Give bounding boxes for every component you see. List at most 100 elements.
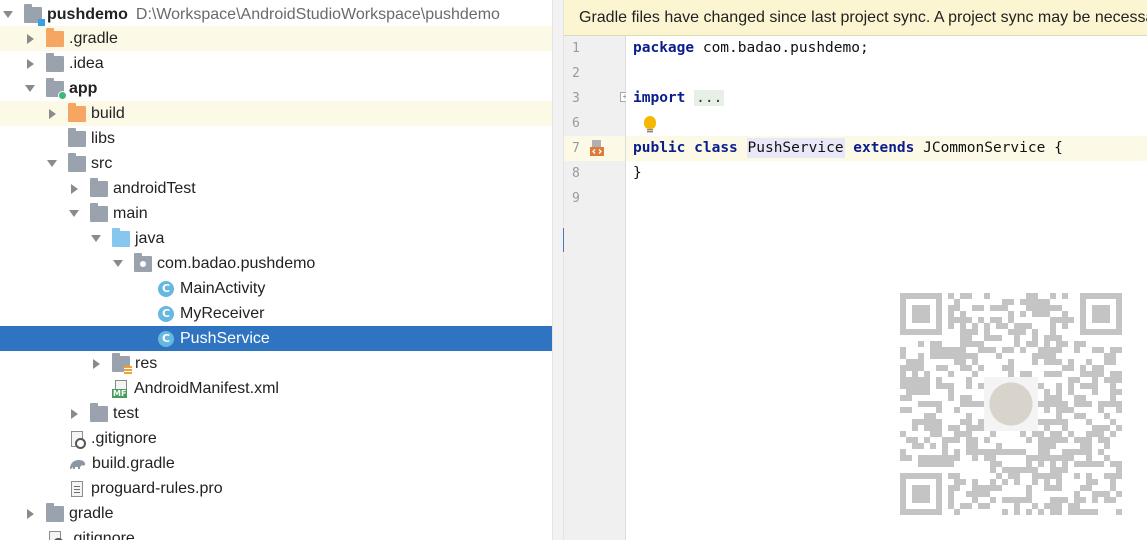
expand-arrow-icon[interactable] [24,76,36,101]
text-file-icon [71,480,83,497]
tree-item-label: test [113,404,139,422]
folder-icon [46,52,64,72]
gradle-icon [70,459,85,469]
gitignore-icon [71,430,86,449]
expand-arrow-icon[interactable] [68,201,80,226]
source-folder-icon [112,227,130,247]
keyword-extends: extends [853,140,915,156]
tree-item-label: .gitignore [91,429,157,447]
folder-icon [46,27,64,47]
import-fold[interactable]: ... [694,90,725,106]
tree-item-label: MyReceiver [180,304,265,322]
expand-arrow-icon[interactable] [46,151,58,176]
tree-item-package[interactable]: com.badao.pushdemo [0,251,552,276]
intention-bulb-icon[interactable] [644,116,656,133]
folder-icon [68,127,86,147]
banner-message: Gradle files have changed since last pro… [579,9,1147,26]
tree-item-label: libs [91,129,116,147]
editor-gutter: 1 2 3 6 7 8 9 + [564,36,630,540]
tree-root-path: D:\Workspace\AndroidStudioWorkspace\push… [135,5,500,23]
tree-item-label: gradle [69,504,114,522]
tree-item-pushservice[interactable]: C PushService [0,326,552,351]
tree-item-idea[interactable]: .idea [0,51,552,76]
closing-brace: } [633,165,642,181]
class-icon: C [158,305,174,322]
tree-item-label: src [91,154,113,172]
class-icon: C [158,280,174,297]
tree-item-gitignore-root[interactable]: .gitignore [0,526,552,540]
tree-item-manifest[interactable]: MF AndroidManifest.xml [0,376,552,401]
tree-item-java[interactable]: java [0,226,552,251]
folder-icon [90,402,108,422]
project-tree-panel: pushdemo D:\Workspace\AndroidStudioWorks… [0,0,552,540]
folder-icon [68,152,86,172]
tree-item-label: com.badao.pushdemo [157,254,316,272]
expand-arrow-icon[interactable] [24,51,36,76]
tree-item-label: PushService [180,329,270,347]
tree-item-gitignore-app[interactable]: .gitignore [0,426,552,451]
expand-arrow-icon[interactable] [2,2,14,27]
line-number: 2 [572,66,580,81]
tree-item-label: AndroidManifest.xml [134,379,279,397]
package-icon [134,252,152,272]
expand-arrow-icon[interactable] [24,26,36,51]
tree-item-src[interactable]: src [0,151,552,176]
tree-item-res[interactable]: res [0,351,552,376]
expand-arrow-icon[interactable] [112,251,124,276]
code-line-7: public class PushService extends JCommon… [633,136,1063,161]
line-number: 6 [572,116,580,131]
folder-icon [46,502,64,522]
manifest-icon: MF [112,379,130,398]
keyword-class: class [694,140,738,156]
tree-item-mainactivity[interactable]: C MainActivity [0,276,552,301]
super-class: JCommonService { [914,140,1063,156]
keyword-public: public [633,140,686,156]
android-component-gutter-icon[interactable] [590,140,606,156]
code-line-3: import ... [633,86,725,111]
class-icon: C [158,330,174,347]
tree-item-gradle[interactable]: gradle [0,501,552,526]
tree-item-build-gradle[interactable]: build.gradle [0,451,552,476]
keyword-import: import [633,90,686,106]
code-line-1: package com.badao.pushdemo; [633,36,869,61]
expand-arrow-icon[interactable] [46,101,58,126]
tree-item-label: app [69,79,98,97]
qr-code-watermark-image [900,293,1122,515]
expand-arrow-icon[interactable] [90,351,102,376]
panel-splitter[interactable] [552,0,565,540]
tree-item-label: .idea [69,54,104,72]
expand-arrow-icon[interactable] [90,226,102,251]
tree-item-build[interactable]: build [0,101,552,126]
tree-item-main[interactable]: main [0,201,552,226]
expand-arrow-icon[interactable] [68,176,80,201]
tree-item-label: build.gradle [92,454,175,472]
tree-item-label: res [135,354,158,372]
tree-item-label: androidTest [113,179,196,197]
module-folder-icon [46,77,67,100]
line-number: 3 [572,91,580,106]
folder-icon [90,202,108,222]
project-folder-icon [24,3,45,26]
resource-folder-icon [112,352,132,374]
keyword-package: package [633,40,695,56]
tree-item-label: .gradle [69,29,118,47]
tree-item-label: build [91,104,125,122]
tree-item-label: MainActivity [180,279,266,297]
folder-icon [90,177,108,197]
tree-item-androidtest[interactable]: androidTest [0,176,552,201]
tree-item-proguard[interactable]: proguard-rules.pro [0,476,552,501]
tree-root-pushdemo[interactable]: pushdemo D:\Workspace\AndroidStudioWorks… [0,2,552,27]
code-line-8: } [633,161,642,186]
tree-item-myreceiver[interactable]: C MyReceiver [0,301,552,326]
expand-arrow-icon[interactable] [68,401,80,426]
line-number: 8 [572,166,580,181]
folder-icon [68,102,86,122]
expand-arrow-icon[interactable] [24,501,36,526]
tree-item-label: .gitignore [69,529,135,540]
tree-item-libs[interactable]: libs [0,126,552,151]
tree-item-gradle-dir[interactable]: .gradle [0,26,552,51]
tree-item-app[interactable]: app [0,76,552,101]
tree-item-test[interactable]: test [0,401,552,426]
gitignore-icon [49,530,64,540]
line-number: 9 [572,191,580,206]
